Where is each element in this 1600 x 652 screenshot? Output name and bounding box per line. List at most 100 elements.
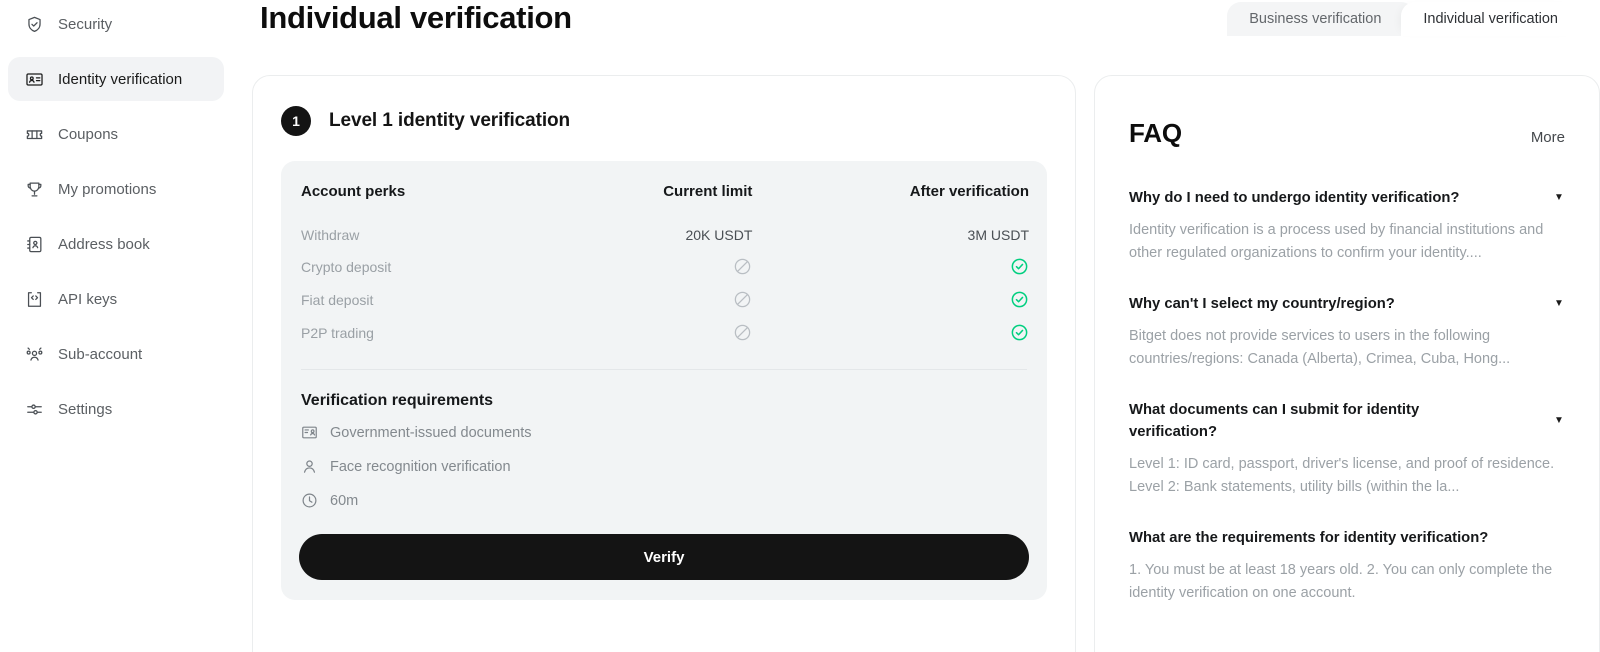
level-header: 1 Level 1 identity verification [281,106,1047,136]
prohibited-icon [735,324,751,341]
sidebar-item-label: API keys [58,290,118,308]
faq-header: FAQ More [1129,118,1565,149]
document-id-icon [301,424,318,441]
table-row: P2P trading [299,316,1029,349]
tab-label: Business verification [1249,11,1382,27]
cards-row: 1 Level 1 identity verification Account … [252,75,1600,652]
sidebar-item-label: Address book [58,235,150,253]
perk-current-limit [545,250,752,283]
panel-divider [301,369,1027,370]
perk-name: Fiat deposit [301,291,374,308]
table-header-row: Account perks Current limit After verifi… [299,183,1029,220]
requirement-label: Government-issued documents [330,424,532,441]
requirement-label: Face recognition verification [330,458,511,475]
perk-name: P2P trading [301,324,374,341]
perk-name: Withdraw [301,227,360,243]
verification-tabs: Business verification Individual verific… [1227,2,1580,36]
perk-current-limit [545,316,752,349]
sidebar-item-my-promotions[interactable]: My promotions [8,167,224,211]
column-header-account-perks: Account perks [301,183,406,200]
id-card-icon [24,69,44,89]
requirement-row-duration: 60m [299,492,1029,509]
perk-after-verification [752,283,1029,316]
tab-business-verification[interactable]: Business verification [1227,2,1416,36]
tab-label: Individual verification [1423,11,1558,27]
sidebar-item-label: Coupons [58,125,119,143]
person-icon [301,458,318,475]
perk-after-verification: 3M USDT [967,227,1029,243]
users-icon [24,344,44,364]
address-book-icon [24,234,44,254]
chevron-down-icon[interactable]: ▼ [1553,299,1565,309]
account-perks-table: Account perks Current limit After verifi… [299,183,1029,349]
faq-question-row[interactable]: Why can't I select my country/region? ▼ [1129,293,1565,315]
verify-button[interactable]: Verify [299,534,1029,580]
tab-individual-verification[interactable]: Individual verification [1401,2,1580,36]
faq-question: Why can't I select my country/region? [1129,296,1395,312]
perk-current-limit [545,283,752,316]
perk-after-verification [752,250,1029,283]
code-brackets-icon [24,289,44,309]
table-row: Crypto deposit [299,250,1029,283]
faq-answer: Identity verification is a process used … [1129,222,1544,262]
chevron-down-icon[interactable]: ▼ [1553,193,1565,203]
sidebar-item-api-keys[interactable]: API keys [8,277,224,321]
main-content: Individual verification Business verific… [232,0,1600,652]
requirement-row-face-recognition: Face recognition verification [299,458,1029,475]
perk-current-limit: 20K USDT [685,227,753,243]
perk-after-verification [752,316,1029,349]
faq-question: What are the requirements for identity v… [1129,530,1489,547]
chevron-down-icon[interactable]: ▼ [1553,416,1565,426]
account-perks-panel: Account perks Current limit After verifi… [281,161,1047,600]
level-badge: 1 [281,106,311,136]
prohibited-icon [735,291,751,308]
sidebar-item-settings[interactable]: Settings [8,387,224,431]
column-header-after-verification: After verification [909,183,1029,200]
sidebar-item-label: My promotions [58,180,157,198]
requirement-row-documents: Government-issued documents [299,424,1029,441]
faq-item: Why can't I select my country/region? ▼ … [1129,293,1565,371]
clock-icon [301,492,318,509]
faq-item: What documents can I submit for identity… [1129,399,1565,499]
sliders-icon [24,399,44,419]
check-circle-icon [1011,291,1028,308]
sidebar-item-label: Identity verification [58,70,183,88]
sidebar-item-identity-verification[interactable]: Identity verification [8,57,224,101]
check-circle-icon [1011,324,1028,341]
faq-card: FAQ More Why do I need to undergo identi… [1094,75,1600,652]
faq-question-row[interactable]: Why do I need to undergo identity verifi… [1129,187,1565,209]
faq-question-row[interactable]: What documents can I submit for identity… [1129,399,1565,443]
faq-title: FAQ [1129,118,1182,148]
faq-item: What are the requirements for identity v… [1129,527,1565,605]
trophy-icon [24,179,44,199]
sidebar-item-coupons[interactable]: Coupons [8,112,224,156]
sidebar-item-address-book[interactable]: Address book [8,222,224,266]
level-1-verification-card: 1 Level 1 identity verification Account … [252,75,1076,652]
ticket-icon [24,124,44,144]
check-circle-icon [1011,258,1028,275]
shield-check-icon [24,14,44,34]
table-row: Withdraw 20K USDT 3M USDT [299,220,1029,250]
faq-question: What documents can I submit for identity… [1129,402,1420,441]
prohibited-icon [735,258,751,275]
faq-answer: 1. You must be at least 18 years old. 2.… [1129,562,1553,602]
faq-answer: Bitget does not provide services to user… [1129,328,1511,368]
column-header-current-limit: Current limit [663,183,753,200]
faq-answer: Level 1: ID card, passport, driver's lic… [1129,456,1555,496]
sidebar-item-security[interactable]: Security [8,2,224,46]
faq-question: Why do I need to undergo identity verifi… [1129,190,1460,206]
requirement-label: 60m [330,492,359,509]
sidebar-item-sub-account[interactable]: Sub-account [8,332,224,376]
sidebar: Security Identity verification Coupons M… [0,0,232,652]
faq-item: Why do I need to undergo identity verifi… [1129,187,1565,265]
faq-question-row[interactable]: What are the requirements for identity v… [1129,527,1565,549]
perk-name: Crypto deposit [301,258,392,275]
level-title: Level 1 identity verification [329,110,571,131]
faq-more-link[interactable]: More [1531,129,1565,146]
page-title: Individual verification [260,0,572,35]
sidebar-item-label: Settings [58,400,113,418]
verification-requirements-title: Verification requirements [301,392,494,409]
table-row: Fiat deposit [299,283,1029,316]
sidebar-item-label: Security [58,15,113,33]
sidebar-item-label: Sub-account [58,345,143,363]
